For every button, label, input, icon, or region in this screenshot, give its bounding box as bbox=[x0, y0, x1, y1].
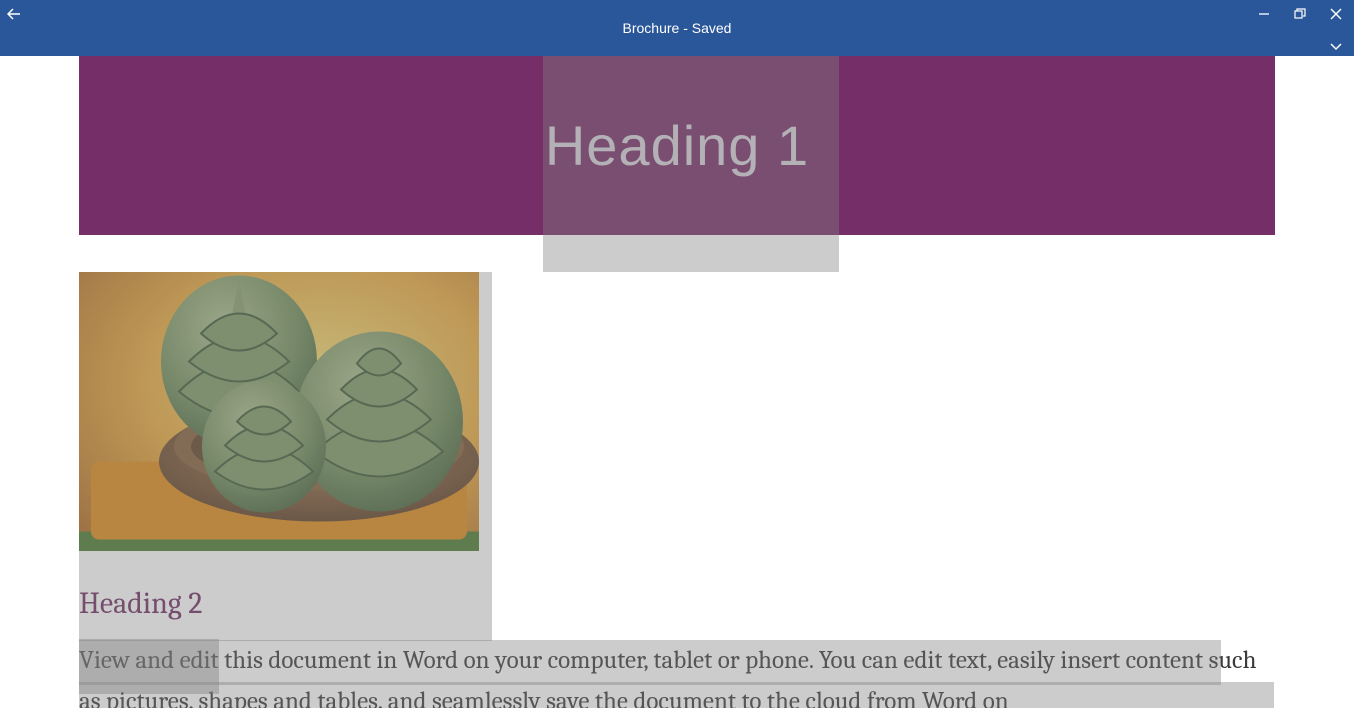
ribbon-toggle-button[interactable] bbox=[1326, 36, 1346, 56]
restore-button[interactable] bbox=[1290, 4, 1310, 24]
minimize-button[interactable] bbox=[1254, 4, 1274, 24]
back-arrow-icon bbox=[7, 7, 21, 21]
document-canvas[interactable]: Heading 1 bbox=[0, 56, 1354, 708]
artichoke-image bbox=[79, 272, 479, 551]
window-title: Brochure - Saved bbox=[0, 20, 1354, 36]
heading1-banner: Heading 1 bbox=[79, 56, 1275, 235]
body-paragraph[interactable]: View and edit this document in Word on y… bbox=[79, 640, 1273, 708]
close-button[interactable] bbox=[1326, 4, 1346, 24]
restore-icon bbox=[1294, 8, 1306, 20]
minimize-icon bbox=[1258, 8, 1270, 20]
back-button[interactable] bbox=[4, 4, 24, 24]
heading1-text[interactable]: Heading 1 bbox=[545, 113, 809, 178]
close-icon bbox=[1330, 8, 1342, 20]
inline-image[interactable] bbox=[79, 272, 479, 551]
heading2-text[interactable]: Heading 2 bbox=[79, 586, 202, 621]
titlebar: Brochure - Saved bbox=[0, 0, 1354, 56]
window-controls bbox=[1254, 0, 1354, 24]
chevron-down-icon bbox=[1329, 41, 1343, 51]
